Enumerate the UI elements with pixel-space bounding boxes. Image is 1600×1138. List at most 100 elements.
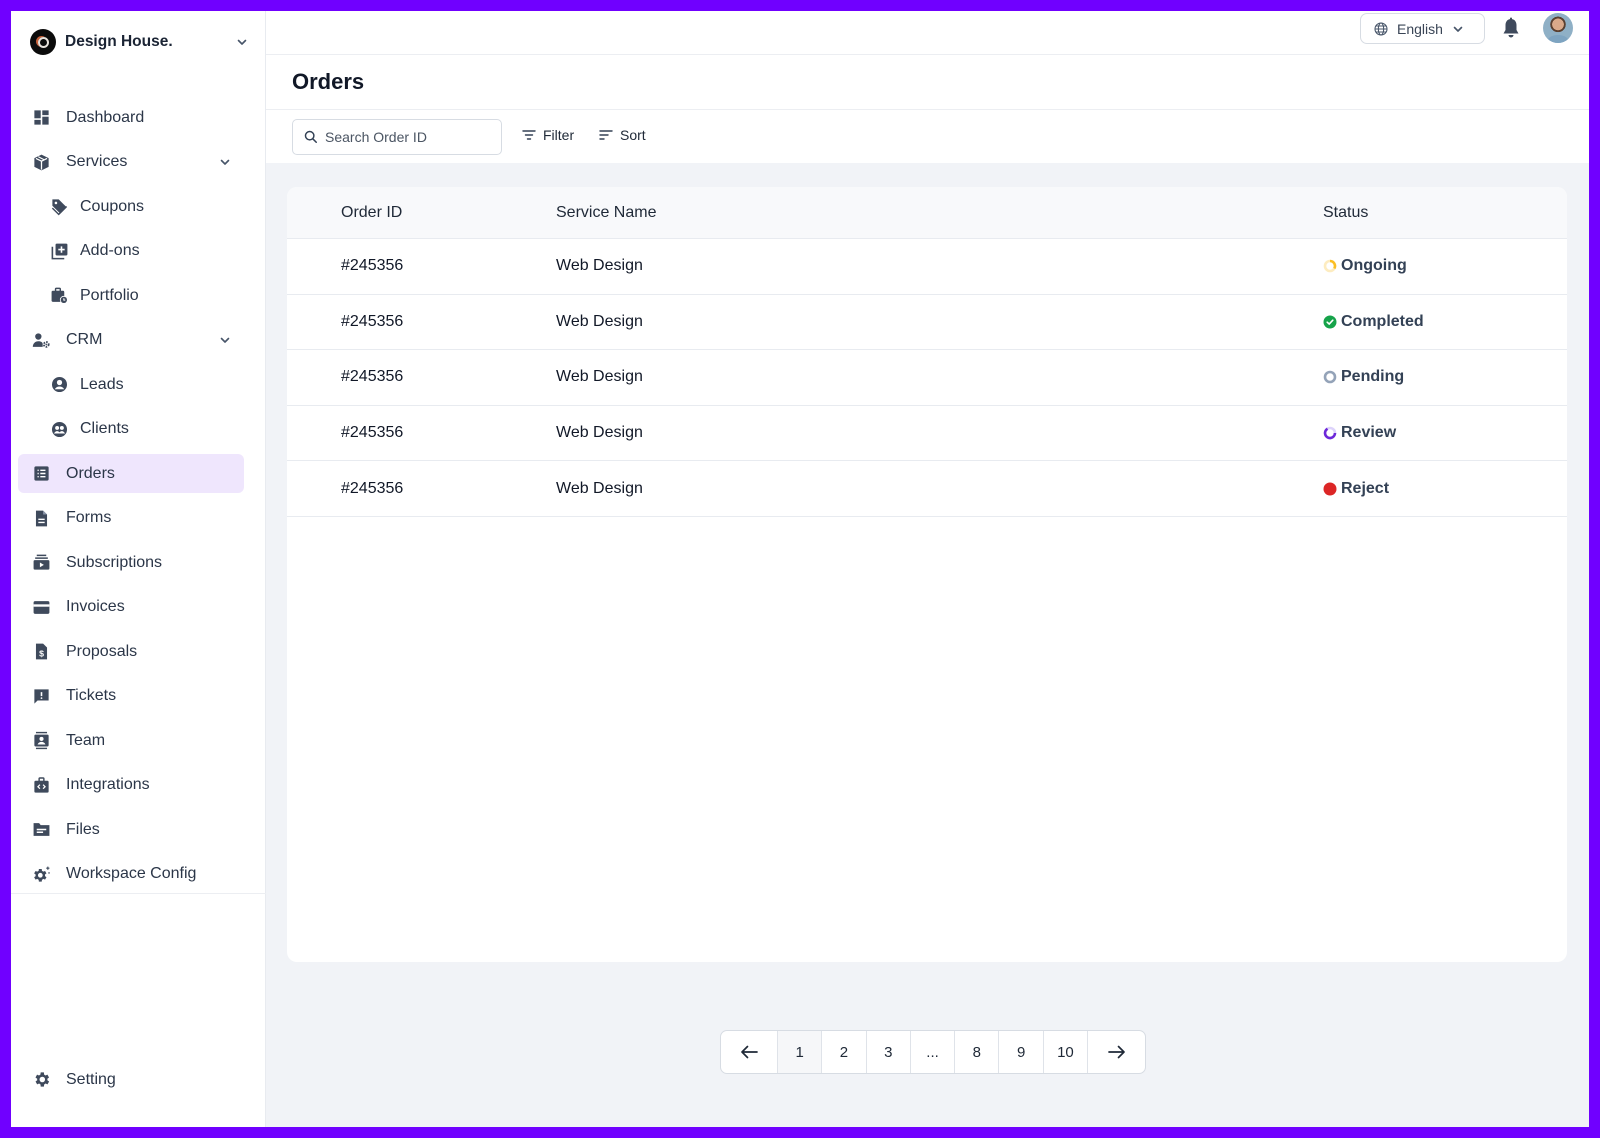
sidebar-item-orders[interactable]: Orders [18, 454, 244, 493]
table-row[interactable]: #245356 Web Design Reject [287, 461, 1567, 517]
globe-icon [1374, 21, 1388, 36]
document-icon [31, 508, 51, 528]
chevron-down-icon[interactable] [219, 156, 231, 168]
top-bar: English [266, 11, 1589, 55]
page-button-3[interactable]: 3 [867, 1031, 911, 1073]
sidebar-item-tickets[interactable]: Tickets [18, 677, 244, 716]
sidebar-item-label: Setting [66, 1070, 116, 1088]
gear-icon [31, 1070, 51, 1090]
sidebar-item-invoices[interactable]: Invoices [18, 588, 244, 627]
next-page-button[interactable] [1088, 1031, 1145, 1073]
page-button-8[interactable]: 8 [955, 1031, 1000, 1073]
status-badge: Ongoing [1323, 257, 1407, 275]
page-button-1[interactable]: 1 [778, 1031, 823, 1073]
service-name-cell: Web Design [556, 257, 643, 275]
sidebar-divider [11, 893, 266, 894]
add-box-icon [49, 241, 69, 261]
prev-page-button[interactable] [721, 1031, 778, 1073]
sidebar-item-coupons[interactable]: Coupons [18, 187, 244, 226]
app-window: Design House. Dashboard Services Coupons Ad… [11, 11, 1589, 1127]
sort-label: Sort [620, 127, 646, 143]
page-title: Orders [292, 69, 365, 94]
sidebar-item-portfolio[interactable]: Portfolio [18, 276, 244, 315]
language-selector[interactable]: English [1360, 13, 1485, 44]
status-reject-icon [1323, 482, 1337, 496]
chevron-down-icon [1452, 23, 1464, 35]
users-circle-icon [49, 419, 69, 439]
sidebar-item-files[interactable]: Files [18, 810, 244, 849]
sidebar-item-label: Integrations [66, 776, 150, 793]
chevron-down-icon[interactable] [219, 334, 231, 346]
pagination: 1 2 3... 8 9 10 [720, 1030, 1147, 1074]
page-button-2[interactable]: 2 [822, 1031, 867, 1073]
table-header: Order ID Service Name Status [287, 187, 1567, 239]
page-header: Orders [266, 55, 1589, 110]
sidebar-item-label: Orders [66, 464, 115, 482]
brand-logo [30, 29, 56, 55]
page-button-9[interactable]: 9 [999, 1031, 1044, 1073]
sidebar-item-dashboard[interactable]: Dashboard [18, 98, 244, 137]
column-header-status[interactable]: Status [1323, 204, 1368, 222]
sidebar-item-subscriptions[interactable]: Subscriptions [18, 543, 244, 582]
order-id-cell: #245356 [341, 424, 404, 442]
status-completed-icon [1323, 315, 1337, 329]
list-icon [31, 464, 51, 484]
filter-button[interactable]: Filter [522, 127, 574, 143]
service-name-cell: Web Design [556, 312, 643, 330]
status-label: Ongoing [1341, 257, 1407, 275]
dashboard-icon [31, 108, 51, 128]
credit-card-icon [31, 597, 51, 617]
sidebar-item-proposals[interactable]: $ Proposals [18, 632, 244, 671]
sidebar-item-label: Files [66, 820, 100, 838]
status-badge: Completed [1323, 313, 1424, 331]
column-header-order-id[interactable]: Order ID [341, 204, 402, 222]
user-avatar[interactable] [1543, 13, 1573, 43]
sidebar-item-label: Forms [66, 509, 112, 526]
table-row[interactable]: #245356 Web Design Review [287, 406, 1567, 462]
contact-card-icon [31, 731, 51, 751]
service-name-cell: Web Design [556, 479, 643, 497]
sidebar-item-workspace-config[interactable]: Workspace Config [18, 855, 244, 894]
brand-name: Design House. [65, 33, 173, 50]
user-gear-icon [31, 330, 51, 350]
sidebar-item-label: Workspace Config [66, 865, 197, 882]
sidebar-item-leads[interactable]: Leads [18, 365, 244, 404]
sidebar-item-integrations[interactable]: Integrations [18, 766, 244, 805]
sidebar-item-forms[interactable]: Forms [18, 499, 244, 538]
chat-alert-icon [31, 686, 51, 706]
sidebar-item-add-ons[interactable]: Add-ons [18, 232, 244, 271]
column-header-service-name[interactable]: Service Name [556, 204, 656, 222]
table-body: #245356 Web Design Ongoing #245356 Web Desig… [287, 239, 1567, 517]
code-case-icon [31, 775, 51, 795]
sidebar-item-label: CRM [66, 331, 103, 348]
sidebar-item-setting[interactable]: Setting [18, 1060, 244, 1099]
svg-text:$: $ [39, 648, 44, 658]
order-id-cell: #245356 [341, 368, 404, 386]
status-ongoing-icon [1323, 259, 1337, 273]
sidebar-item-label: Add-ons [80, 242, 140, 259]
status-label: Reject [1341, 479, 1390, 497]
order-id-cell: #245356 [341, 312, 404, 330]
sidebar-item-label: Services [66, 153, 128, 170]
sidebar-item-label: Proposals [66, 642, 138, 660]
sidebar-item-services[interactable]: Services [18, 143, 244, 182]
sidebar: Design House. Dashboard Services Coupons Ad… [11, 11, 266, 1127]
page-button-10[interactable]: 10 [1044, 1031, 1089, 1073]
search-order-input[interactable] [325, 129, 485, 145]
table-row[interactable]: #245356 Web Design Ongoing [287, 239, 1567, 295]
status-review-icon [1323, 426, 1337, 440]
table-row[interactable]: #245356 Web Design Pending [287, 350, 1567, 406]
notifications-bell-icon[interactable] [1501, 17, 1521, 39]
sidebar-item-clients[interactable]: Clients [18, 410, 244, 449]
sidebar-item-crm[interactable]: CRM [18, 321, 244, 360]
status-label: Pending [1341, 368, 1405, 386]
dollar-document-icon: $ [31, 642, 51, 662]
briefcase-clock-icon [49, 286, 69, 306]
status-label: Completed [1341, 312, 1424, 330]
filter-label: Filter [543, 127, 575, 143]
sidebar-item-team[interactable]: Team [18, 721, 244, 760]
table-row[interactable]: #245356 Web Design Completed [287, 295, 1567, 351]
sidebar-item-label: Dashboard [66, 108, 145, 126]
workspace-switcher[interactable]: Design House. [30, 27, 248, 57]
sort-button[interactable]: Sort [599, 127, 646, 143]
